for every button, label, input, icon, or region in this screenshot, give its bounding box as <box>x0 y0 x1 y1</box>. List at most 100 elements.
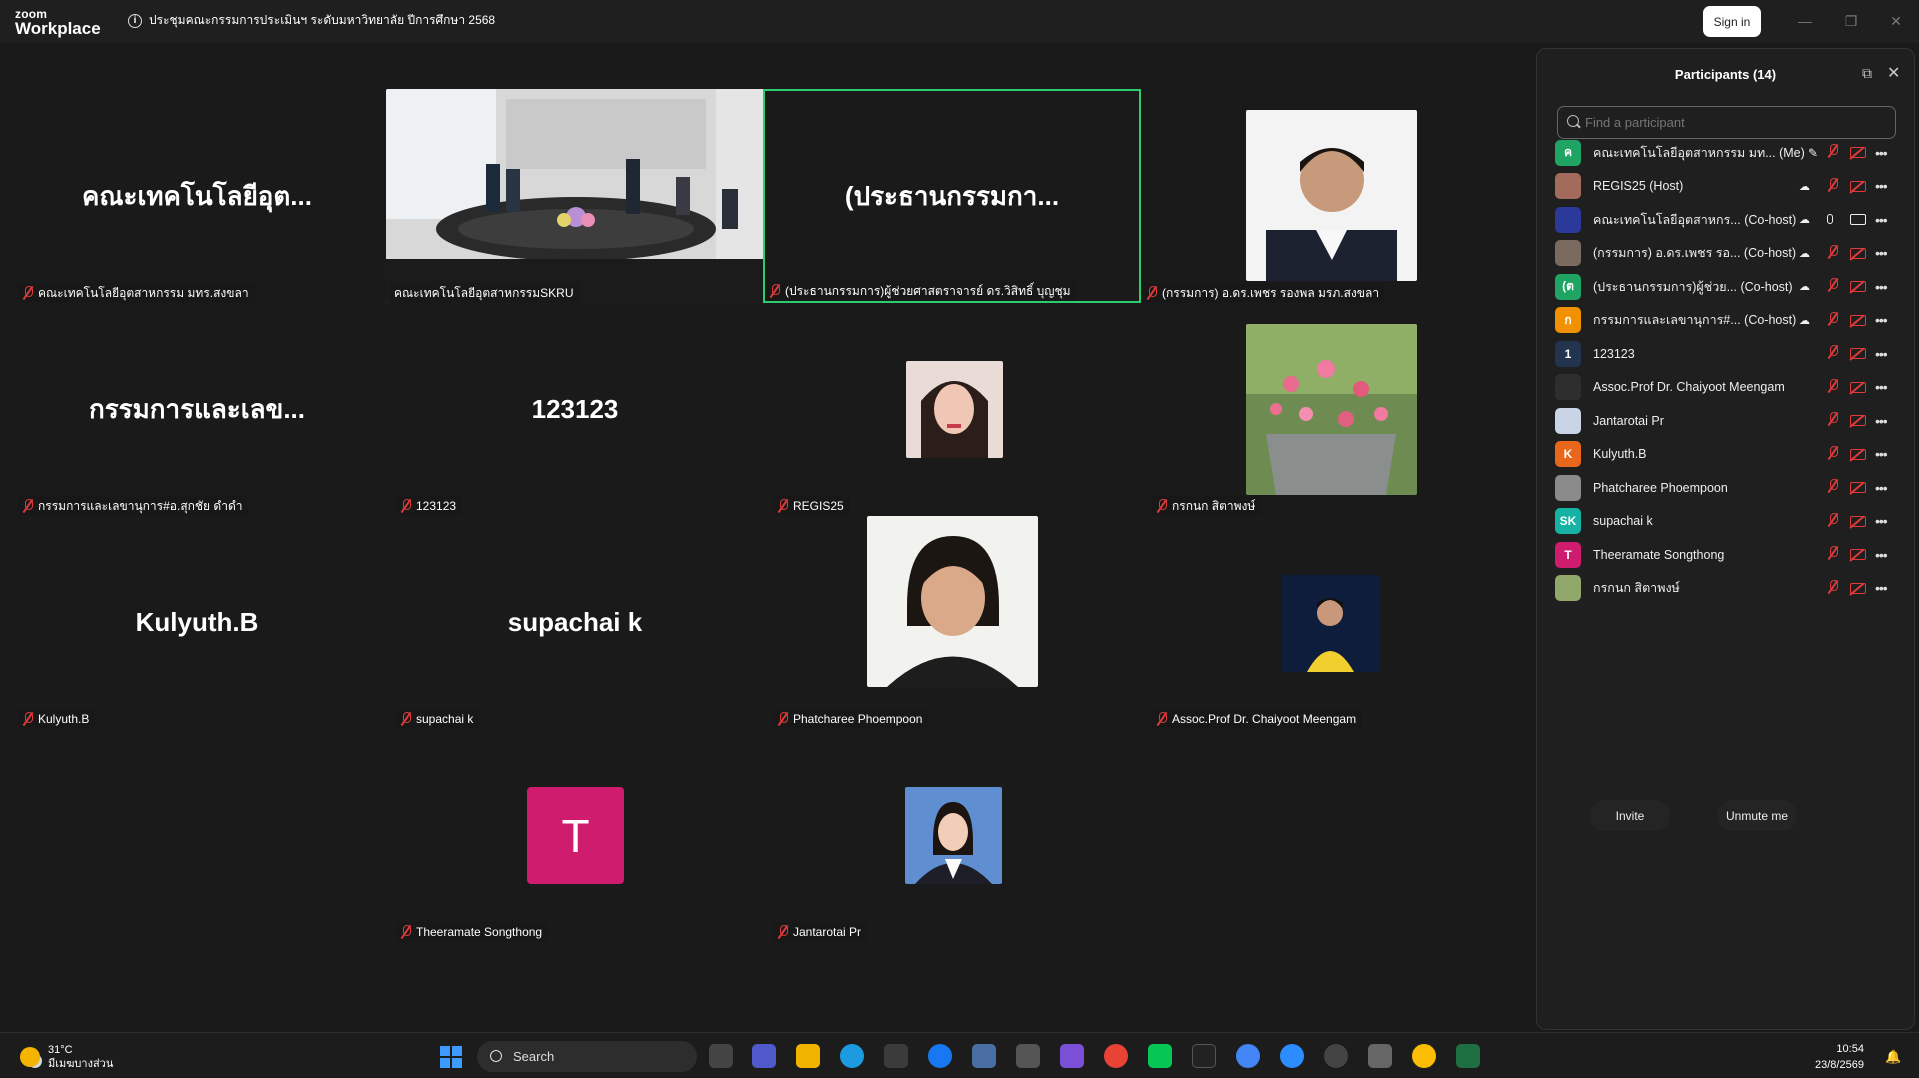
more-options-icon[interactable]: ••• <box>1875 446 1888 462</box>
camera-off-icon[interactable] <box>1850 247 1866 259</box>
video-tile[interactable]: (กรรมการ) อ.ดร.เพชร รองพล มรภ.สงขลา <box>1142 89 1520 303</box>
minimize-button[interactable]: — <box>1793 9 1817 33</box>
invite-button[interactable]: Invite <box>1590 800 1670 831</box>
rename-icon[interactable]: ✎ <box>1808 146 1818 160</box>
mic-muted-icon <box>1156 712 1168 726</box>
video-tile[interactable]: กรกนก สิตาพงษ์ <box>1142 302 1520 516</box>
excel-icon[interactable] <box>1456 1044 1480 1068</box>
copilot-icon[interactable] <box>1060 1044 1084 1068</box>
app-icon[interactable] <box>1324 1044 1348 1068</box>
line-icon[interactable] <box>1148 1044 1172 1068</box>
more-options-icon[interactable]: ••• <box>1875 547 1888 563</box>
mic-muted-icon[interactable] <box>1827 311 1839 329</box>
close-window-button[interactable]: ✕ <box>1884 9 1908 33</box>
tile-name-center: 123123 <box>531 393 619 424</box>
participant-name: กรรมการและเลขานุการ#... (Co-host) <box>1593 313 1797 327</box>
camera-off-icon[interactable] <box>1850 314 1866 326</box>
more-options-icon[interactable]: ••• <box>1875 480 1888 496</box>
more-options-icon[interactable]: ••• <box>1875 379 1888 395</box>
mic-muted-icon <box>400 925 412 939</box>
app-icon[interactable] <box>1016 1044 1040 1068</box>
video-tile[interactable]: T Theeramate Songthong <box>386 728 764 942</box>
more-options-icon[interactable]: ••• <box>1875 145 1888 161</box>
tile-label-text: Phatcharee Phoempoon <box>793 712 923 726</box>
tile-label: REGIS25 <box>773 496 850 516</box>
video-tile[interactable]: Phatcharee Phoempoon <box>763 515 1141 729</box>
more-options-icon[interactable]: ••• <box>1875 245 1888 261</box>
zoom-icon[interactable] <box>1280 1044 1304 1068</box>
sign-in-button[interactable]: Sign in <box>1703 6 1761 37</box>
participant-avatar: ค <box>1555 139 1581 166</box>
chrome-icon[interactable] <box>1104 1044 1128 1068</box>
tile-label-text: กรรมการและเลขานุการ#อ.สุกชัย ดำดำ <box>38 498 243 513</box>
notepad-icon[interactable] <box>972 1044 996 1068</box>
mic-muted-icon[interactable] <box>1827 445 1839 463</box>
video-tile[interactable]: คณะเทคโนโลยีอุตสาหกรรมSKRU <box>386 89 764 303</box>
meeting-info[interactable]: i ประชุมคณะกรรมการประเมินฯ ระดับมหาวิทยา… <box>128 11 495 30</box>
clock[interactable]: 10:54 23/8/2569 <box>1815 1042 1864 1074</box>
participant-row[interactable]: กรกนก สิตาพงษ์ ••• <box>1537 568 1914 609</box>
mic-muted-icon[interactable] <box>1827 412 1839 429</box>
edge-icon[interactable] <box>840 1044 864 1068</box>
mic-muted-icon[interactable] <box>1827 177 1839 195</box>
notification-icon[interactable]: 🔔 <box>1885 1049 1901 1065</box>
start-icon[interactable] <box>440 1046 462 1068</box>
teams-icon[interactable] <box>752 1044 776 1068</box>
camera-off-icon[interactable] <box>1850 515 1866 527</box>
camera-off-icon[interactable] <box>1850 348 1866 359</box>
mic-muted-icon[interactable] <box>1827 378 1839 396</box>
close-icon[interactable]: ✕ <box>1887 63 1900 83</box>
more-options-icon[interactable]: ••• <box>1875 346 1888 362</box>
taskbar-search[interactable]: Search <box>477 1041 697 1072</box>
video-tile[interactable]: Assoc.Prof Dr. Chaiyoot Meengam <box>1142 515 1520 729</box>
camera-off-icon[interactable] <box>1850 582 1866 594</box>
mic-muted-icon[interactable] <box>1827 345 1839 362</box>
more-options-icon[interactable]: ••• <box>1875 279 1888 295</box>
video-tile[interactable]: Jantarotai Pr <box>763 728 1141 942</box>
chrome-icon[interactable] <box>1412 1044 1436 1068</box>
more-options-icon[interactable]: ••• <box>1875 513 1888 529</box>
more-options-icon[interactable]: ••• <box>1875 212 1888 228</box>
video-tile[interactable]: คณะเทคโนโลยีอุต... คณะเทคโนโลยีอุตสาหกรร… <box>8 89 386 303</box>
video-tile[interactable]: supachai k supachai k <box>386 515 764 729</box>
camera-off-icon[interactable] <box>1850 482 1866 493</box>
unmute-me-button[interactable]: Unmute me <box>1717 800 1797 831</box>
store-icon[interactable] <box>884 1044 908 1068</box>
weather-widget[interactable]: 31°C มีเมฆบางส่วน <box>20 1043 113 1072</box>
mic-muted-icon[interactable] <box>1827 512 1839 530</box>
mic-muted-icon[interactable] <box>1827 579 1839 597</box>
restore-button[interactable]: ❐ <box>1839 9 1863 33</box>
mic-muted-icon[interactable] <box>1827 479 1839 496</box>
camera-off-icon[interactable] <box>1850 415 1866 426</box>
app-icon[interactable] <box>1192 1044 1216 1068</box>
chrome-icon[interactable] <box>1236 1044 1260 1068</box>
video-tile[interactable]: REGIS25 <box>763 302 1141 516</box>
camera-off-icon[interactable] <box>1850 381 1866 393</box>
more-options-icon[interactable]: ••• <box>1875 413 1888 429</box>
more-options-icon[interactable]: ••• <box>1875 312 1888 328</box>
facebook-icon[interactable] <box>928 1044 952 1068</box>
video-tile-active-speaker[interactable]: (ประธานกรรมกา... (ประธานกรรมการ)ผู้ช่วยศ… <box>763 89 1141 303</box>
mic-muted-icon <box>777 925 789 939</box>
mic-icon[interactable] <box>1827 213 1833 227</box>
more-options-icon[interactable]: ••• <box>1875 580 1888 596</box>
file-explorer-icon[interactable] <box>796 1044 820 1068</box>
camera-icon[interactable] <box>1850 214 1866 225</box>
video-tile[interactable]: กรรมการและเลข... กรรมการและเลขานุการ#อ.ส… <box>8 302 386 516</box>
mic-muted-icon[interactable] <box>1827 144 1839 161</box>
camera-off-icon[interactable] <box>1850 180 1866 192</box>
info-icon[interactable]: i <box>128 13 142 28</box>
video-tile[interactable]: 123123 123123 <box>386 302 764 516</box>
more-options-icon[interactable]: ••• <box>1875 178 1888 194</box>
mic-muted-icon[interactable] <box>1827 278 1839 295</box>
camera-off-icon[interactable] <box>1850 147 1866 158</box>
mic-muted-icon[interactable] <box>1827 244 1839 262</box>
camera-off-icon[interactable] <box>1850 281 1866 292</box>
camera-off-icon[interactable] <box>1850 549 1866 560</box>
task-view-icon[interactable] <box>709 1044 733 1068</box>
video-tile[interactable]: Kulyuth.B Kulyuth.B <box>8 515 386 729</box>
popout-icon[interactable]: ⧉ <box>1862 65 1872 82</box>
mic-muted-icon[interactable] <box>1827 546 1839 563</box>
snipping-tool-icon[interactable] <box>1368 1044 1392 1068</box>
camera-off-icon[interactable] <box>1850 448 1866 460</box>
